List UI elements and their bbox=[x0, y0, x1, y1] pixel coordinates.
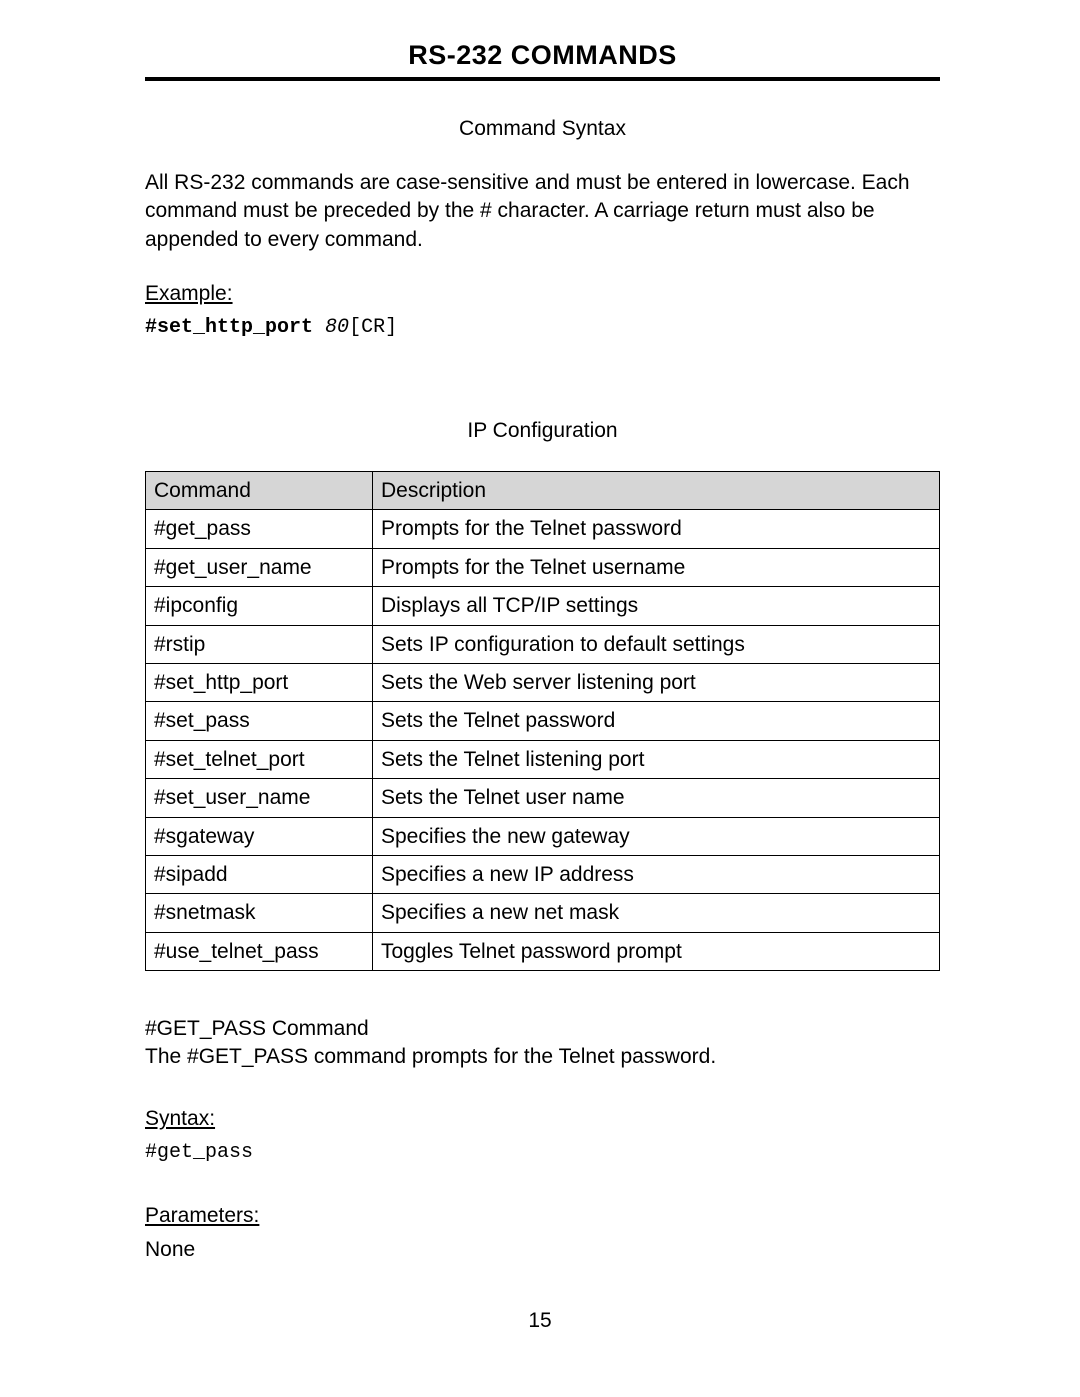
table-cell-desc: Toggles Telnet password prompt bbox=[373, 932, 940, 970]
parameters-value: None bbox=[145, 1238, 940, 1262]
example-cr: [CR] bbox=[349, 316, 397, 339]
table-cell-desc: Sets the Web server listening port bbox=[373, 663, 940, 701]
command-syntax-intro: All RS-232 commands are case-sensitive a… bbox=[145, 169, 940, 254]
example-code: #set_http_port 80[CR] bbox=[145, 316, 940, 339]
table-cell-cmd: #set_user_name bbox=[146, 779, 373, 817]
ip-config-heading: IP Conﬁguration bbox=[145, 419, 940, 443]
table-row: #get_user_namePrompts for the Telnet use… bbox=[146, 548, 940, 586]
table-row: #sgatewaySpeciﬁes the new gateway bbox=[146, 817, 940, 855]
table-cell-desc: Prompts for the Telnet username bbox=[373, 548, 940, 586]
parameters-label: Parameters: bbox=[145, 1204, 940, 1228]
table-row: #get_passPrompts for the Telnet password bbox=[146, 510, 940, 548]
table-row: #set_passSets the Telnet password bbox=[146, 702, 940, 740]
get-pass-heading: #GET_PASS Command bbox=[145, 1017, 940, 1041]
table-cell-cmd: #rstip bbox=[146, 625, 373, 663]
table-header-row: Command Description bbox=[146, 472, 940, 510]
title-rule bbox=[145, 77, 940, 81]
table-cell-desc: Sets the Telnet listening port bbox=[373, 740, 940, 778]
table-cell-desc: Displays all TCP/IP settings bbox=[373, 587, 940, 625]
table-cell-cmd: #set_pass bbox=[146, 702, 373, 740]
table-cell-cmd: #get_user_name bbox=[146, 548, 373, 586]
table-cell-cmd: #get_pass bbox=[146, 510, 373, 548]
table-cell-cmd: #sipadd bbox=[146, 855, 373, 893]
table-row: #snetmaskSpeciﬁes a new net mask bbox=[146, 894, 940, 932]
get-pass-description: The #GET_PASS command prompts for the Te… bbox=[145, 1045, 940, 1069]
table-cell-cmd: #set_http_port bbox=[146, 663, 373, 701]
table-header-description: Description bbox=[373, 472, 940, 510]
table-row: #ipconﬁgDisplays all TCP/IP settings bbox=[146, 587, 940, 625]
table-cell-desc: Speciﬁes a new IP address bbox=[373, 855, 940, 893]
table-cell-desc: Speciﬁes a new net mask bbox=[373, 894, 940, 932]
table-cell-desc: Sets IP conﬁguration to default settings bbox=[373, 625, 940, 663]
syntax-code: #get_pass bbox=[145, 1141, 940, 1164]
table-cell-desc: Sets the Telnet password bbox=[373, 702, 940, 740]
command-syntax-heading: Command Syntax bbox=[145, 117, 940, 141]
table-cell-desc: Sets the Telnet user name bbox=[373, 779, 940, 817]
syntax-label: Syntax: bbox=[145, 1107, 940, 1131]
table-row: #set_http_portSets the Web server listen… bbox=[146, 663, 940, 701]
example-cmd: #set_http_port bbox=[145, 316, 313, 339]
table-row: #sipaddSpeciﬁes a new IP address bbox=[146, 855, 940, 893]
table-row: #rstipSets IP conﬁguration to default se… bbox=[146, 625, 940, 663]
table-cell-cmd: #use_telnet_pass bbox=[146, 932, 373, 970]
page-title: RS-232 COMMANDS bbox=[145, 40, 940, 77]
example-label: Example: bbox=[145, 282, 940, 306]
table-cell-cmd: #ipconﬁg bbox=[146, 587, 373, 625]
example-arg: 80 bbox=[325, 316, 349, 339]
table-row: #set_user_nameSets the Telnet user name bbox=[146, 779, 940, 817]
table-header-command: Command bbox=[146, 472, 373, 510]
table-cell-desc: Speciﬁes the new gateway bbox=[373, 817, 940, 855]
table-cell-cmd: #snetmask bbox=[146, 894, 373, 932]
table-cell-desc: Prompts for the Telnet password bbox=[373, 510, 940, 548]
document-page: RS-232 COMMANDS Command Syntax All RS-23… bbox=[0, 0, 1080, 1397]
page-number: 15 bbox=[0, 1309, 1080, 1333]
table-row: #use_telnet_passToggles Telnet password … bbox=[146, 932, 940, 970]
table-cell-cmd: #sgateway bbox=[146, 817, 373, 855]
table-cell-cmd: #set_telnet_port bbox=[146, 740, 373, 778]
ip-config-table: Command Description #get_passPrompts for… bbox=[145, 471, 940, 971]
table-row: #set_telnet_portSets the Telnet listenin… bbox=[146, 740, 940, 778]
